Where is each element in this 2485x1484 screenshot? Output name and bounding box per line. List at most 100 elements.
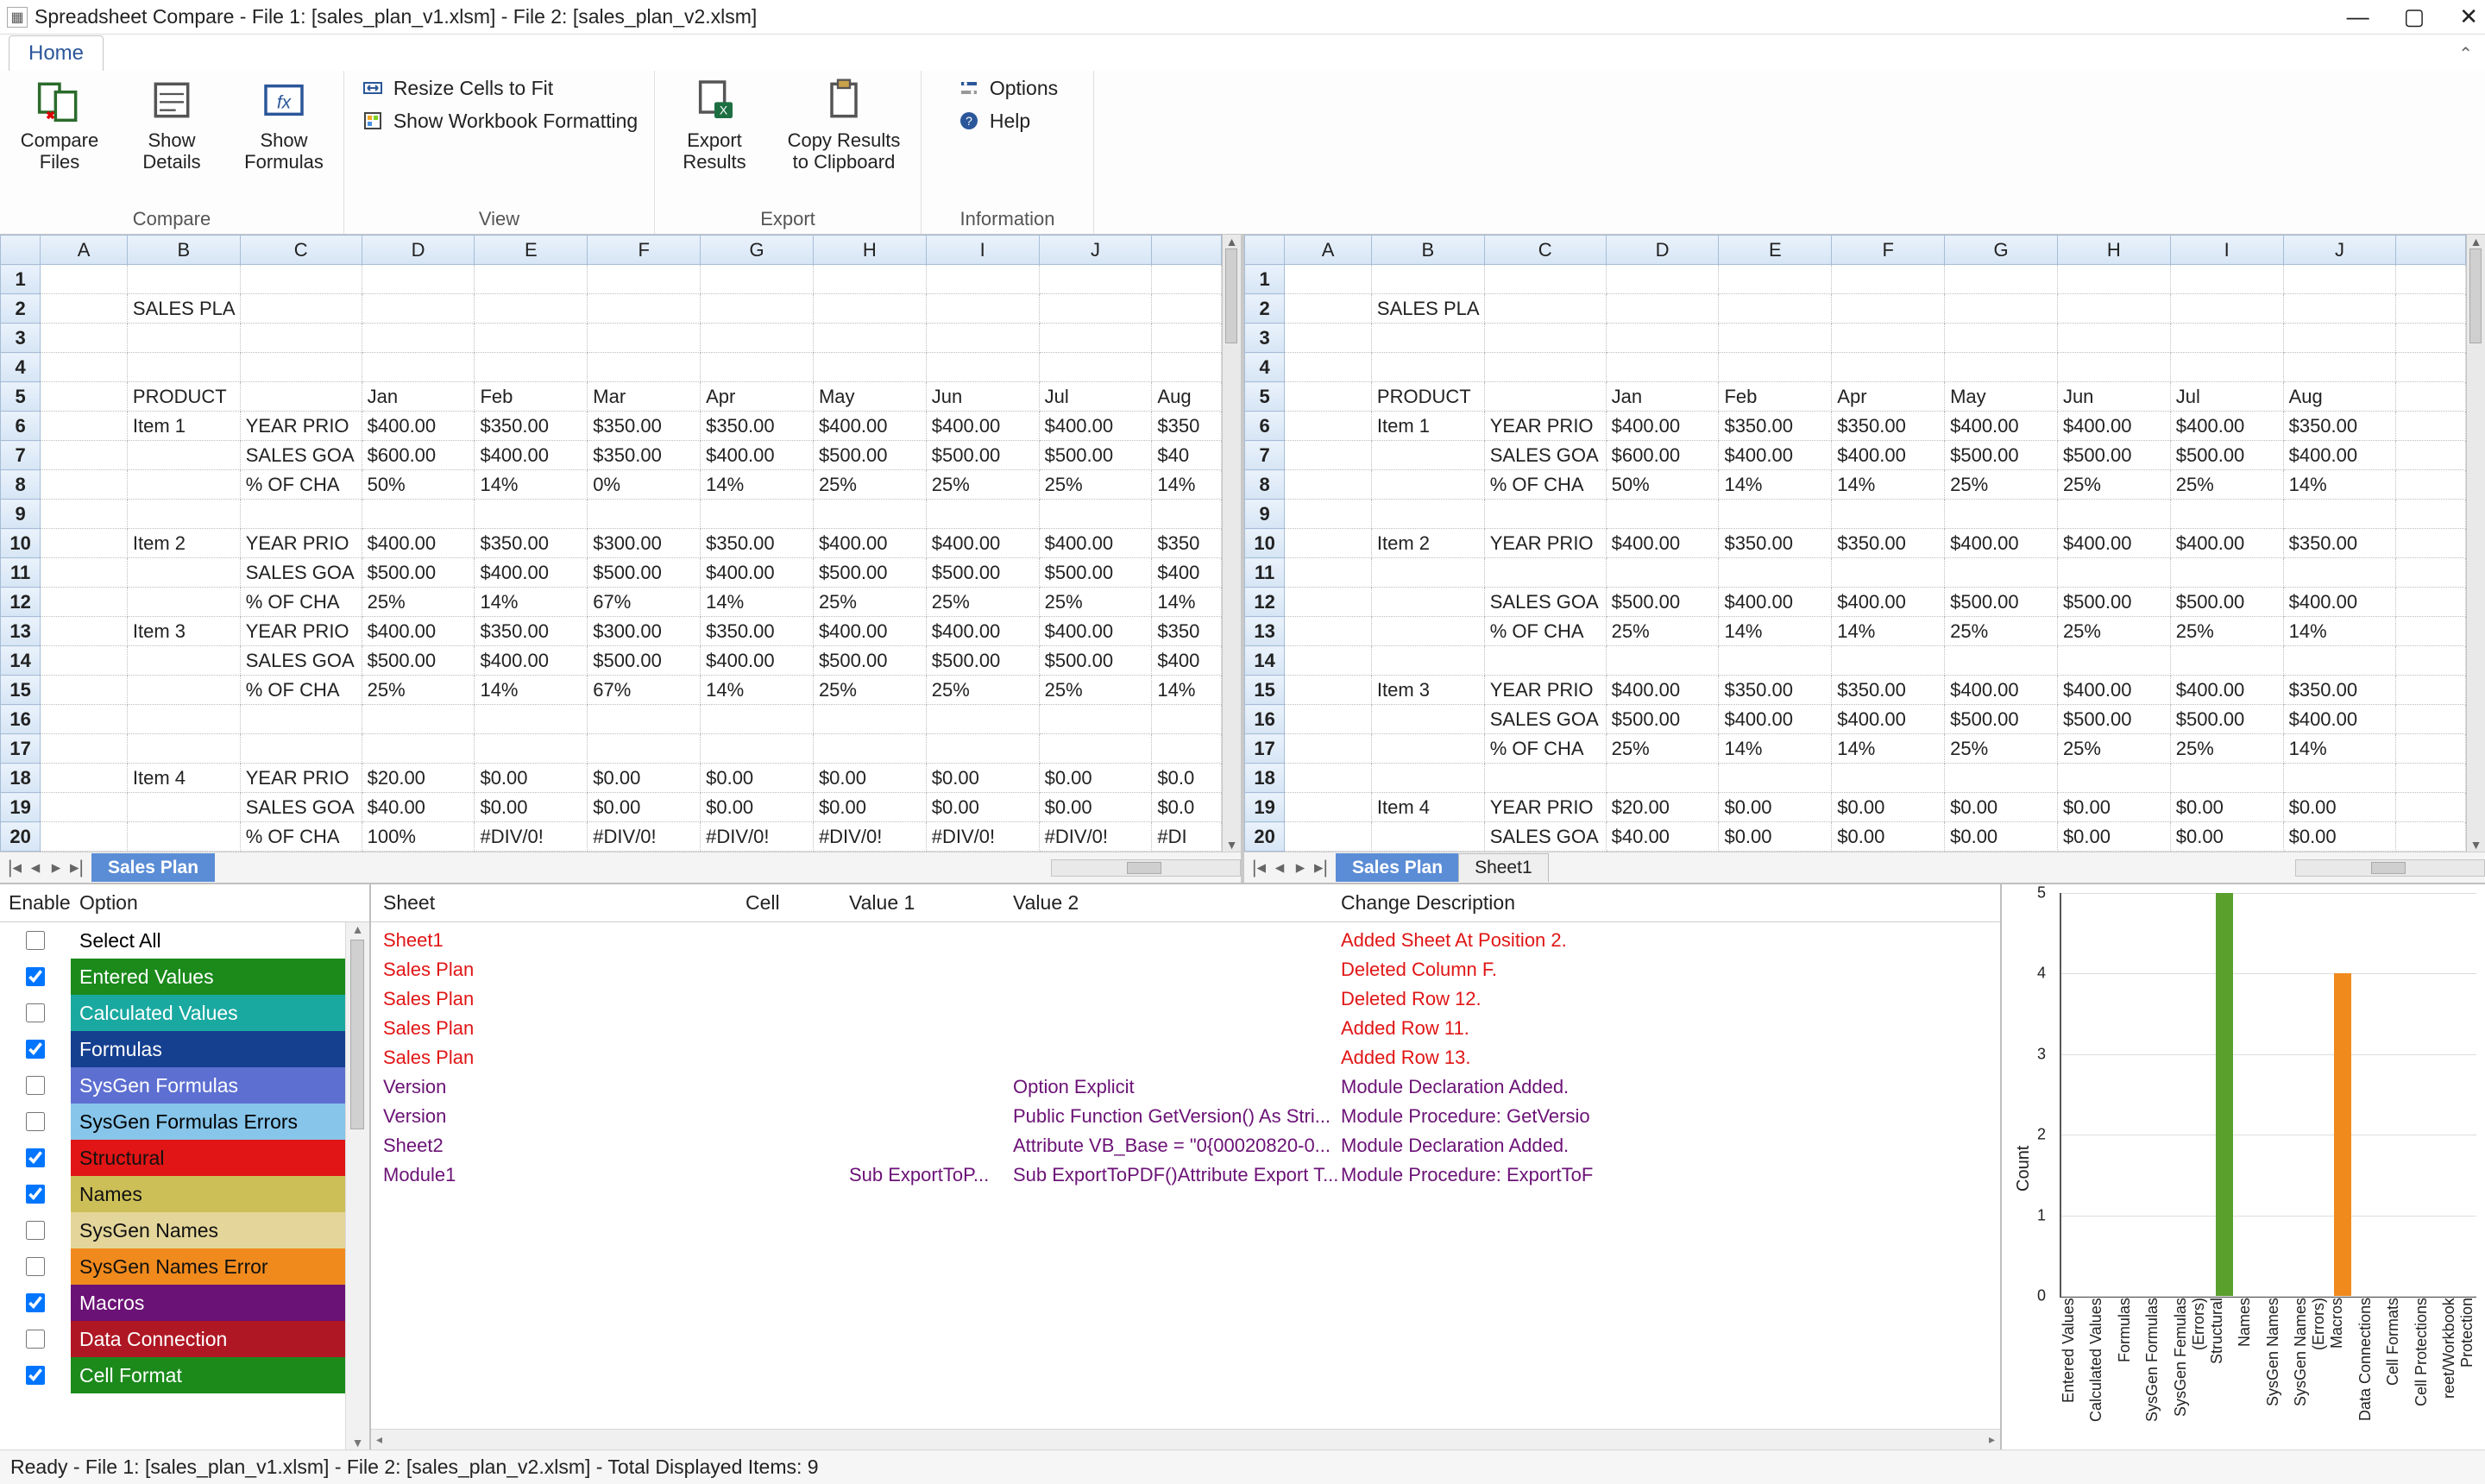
results-cell <box>1013 1014 1341 1043</box>
ribbon-collapse-icon[interactable]: ⌃ <box>2458 43 2473 65</box>
chart-xlabels: Entered ValuesCalculated ValuesFormulasS… <box>2060 1298 2476 1444</box>
chart-xlabel: SysGen Names (Errors) <box>2292 1298 2328 1444</box>
results-cell: Sales Plan <box>383 1014 746 1043</box>
chart-xlabel: reet/Workbook Protection <box>2440 1298 2476 1444</box>
option-label: Calculated Values <box>71 995 345 1031</box>
option-label: Names <box>71 1176 345 1212</box>
results-cell: Sales Plan <box>383 984 746 1014</box>
chart-xlabel: SysGen Formulas <box>2143 1298 2171 1444</box>
option-row[interactable]: Macros <box>0 1285 345 1321</box>
results-cell <box>1013 984 1341 1014</box>
compare-files-label: Compare Files <box>12 129 107 173</box>
show-formulas-button[interactable]: fx Show Formulas <box>236 76 331 173</box>
right-sheet-bar: |◂◂▸▸| Sales PlanSheet1 <box>1244 852 2485 883</box>
close-button[interactable]: ✕ <box>2459 3 2478 30</box>
results-list[interactable]: Sheet1Added Sheet At Position 2.Sales Pl… <box>371 922 2000 1429</box>
sheet-tab[interactable]: Sheet1 <box>1458 853 1549 882</box>
ribbon-group-view: Resize Cells to Fit Show Workbook Format… <box>344 71 655 234</box>
option-checkbox[interactable] <box>26 1076 45 1095</box>
chart-pane: Count 012345 Entered ValuesCalculated Va… <box>2002 884 2485 1449</box>
chart-xlabel: Structural <box>2208 1298 2236 1444</box>
left-sheet-bar: |◂◂▸▸| Sales Plan <box>0 852 1241 883</box>
results-cell: Sheet1 <box>383 926 746 955</box>
copy-clipboard-button[interactable]: Copy Results to Clipboard <box>779 76 909 173</box>
results-cell <box>849 1014 1013 1043</box>
results-cell: Module Procedure: GetVersio <box>1341 1102 1988 1131</box>
compare-files-button[interactable]: Compare Files <box>12 76 107 173</box>
option-checkbox[interactable] <box>26 1330 45 1349</box>
chart-xlabel: Entered Values <box>2060 1298 2087 1444</box>
left-horizontal-scrollbar[interactable] <box>1051 859 1241 877</box>
right-horizontal-scrollbar[interactable] <box>2295 859 2485 877</box>
option-checkbox[interactable] <box>26 1148 45 1167</box>
show-details-button[interactable]: Show Details <box>124 76 219 173</box>
option-checkbox[interactable] <box>26 967 45 986</box>
option-row[interactable]: Names <box>0 1176 345 1212</box>
option-checkbox[interactable] <box>26 1040 45 1059</box>
right-vertical-scrollbar[interactable]: ▲▼ <box>2466 235 2485 852</box>
export-results-button[interactable]: X Export Results <box>667 76 762 173</box>
option-row[interactable]: Cell Format <box>0 1357 345 1393</box>
chart-ylabel: Count <box>2010 893 2034 1444</box>
options-scrollbar[interactable]: ▲▼ <box>345 922 369 1449</box>
option-checkbox[interactable] <box>26 1257 45 1276</box>
option-checkbox[interactable] <box>26 1112 45 1131</box>
svg-text:X: X <box>720 103 728 116</box>
left-grid[interactable]: ABCDEFGHIJ12SALES PLA345PRODUCTJanFebMar… <box>0 235 1222 852</box>
status-text: Ready - File 1: [sales_plan_v1.xlsm] - F… <box>10 1456 819 1479</box>
show-formulas-icon: fx <box>260 76 308 124</box>
options-pane: Enable Option Select All Entered Values … <box>0 884 371 1449</box>
results-cell <box>1013 926 1341 955</box>
results-cell: Sales Plan <box>383 1043 746 1072</box>
option-row[interactable]: SysGen Formulas Errors <box>0 1104 345 1140</box>
results-cell: Module Procedure: ExportToF <box>1341 1160 1988 1190</box>
tab-home[interactable]: Home <box>9 35 104 71</box>
option-row[interactable]: Structural <box>0 1140 345 1176</box>
results-cell: Added Row 13. <box>1341 1043 1988 1072</box>
results-cell: Sales Plan <box>383 955 746 984</box>
options-button[interactable]: Options <box>957 76 1058 100</box>
chart-bar <box>2216 893 2233 1296</box>
results-header-sheet: Sheet <box>383 891 746 915</box>
results-cell <box>746 1131 849 1160</box>
option-row[interactable]: Formulas <box>0 1031 345 1067</box>
results-header-v2: Value 2 <box>1013 891 1341 915</box>
ribbon: Compare Files Show Details fx Show Formu… <box>0 71 2485 235</box>
help-button[interactable]: ? Help <box>957 109 1058 133</box>
copy-clipboard-label: Copy Results to Clipboard <box>779 129 909 173</box>
results-horizontal-scrollbar[interactable]: ◂▸ <box>371 1429 2000 1449</box>
sheet-nav-buttons[interactable]: |◂◂▸▸| <box>1244 857 1336 878</box>
resize-cells-button[interactable]: Resize Cells to Fit <box>361 76 638 100</box>
option-checkbox[interactable] <box>26 1003 45 1022</box>
right-grid[interactable]: ABCDEFGHIJ12SALES PLA345PRODUCTJanFebApr… <box>1244 235 2466 852</box>
minimize-button[interactable]: — <box>2347 3 2369 30</box>
option-row[interactable]: Entered Values <box>0 959 345 995</box>
option-checkbox[interactable] <box>26 1293 45 1312</box>
option-row[interactable]: SysGen Names Error <box>0 1248 345 1285</box>
chart-plot: 012345 <box>2060 893 2476 1298</box>
options-label: Options <box>990 77 1058 100</box>
option-checkbox[interactable] <box>26 1366 45 1385</box>
option-label: Formulas <box>71 1031 345 1067</box>
option-row[interactable]: Data Connection <box>0 1321 345 1357</box>
left-vertical-scrollbar[interactable]: ▲▼ <box>1222 235 1241 852</box>
option-checkbox[interactable] <box>26 1221 45 1240</box>
option-row[interactable]: Select All <box>0 922 345 959</box>
help-label: Help <box>990 110 1030 133</box>
results-header-cell: Cell <box>746 891 849 915</box>
sheet-nav-buttons[interactable]: |◂◂▸▸| <box>0 857 91 878</box>
results-cell: Module Declaration Added. <box>1341 1072 1988 1102</box>
group-info-label: Information <box>959 204 1054 230</box>
sheet-tab[interactable]: Sales Plan <box>91 853 215 882</box>
sheet-tab[interactable]: Sales Plan <box>1336 853 1459 882</box>
option-row[interactable]: SysGen Names <box>0 1212 345 1248</box>
show-wb-formatting-button[interactable]: Show Workbook Formatting <box>361 109 638 133</box>
option-checkbox[interactable] <box>26 931 45 950</box>
option-checkbox[interactable] <box>26 1185 45 1204</box>
results-cell <box>849 984 1013 1014</box>
option-row[interactable]: Calculated Values <box>0 995 345 1031</box>
maximize-button[interactable]: ▢ <box>2404 3 2425 30</box>
results-cell <box>746 926 849 955</box>
chart-xlabel: Cell Protections <box>2413 1298 2440 1444</box>
option-row[interactable]: SysGen Formulas <box>0 1067 345 1104</box>
